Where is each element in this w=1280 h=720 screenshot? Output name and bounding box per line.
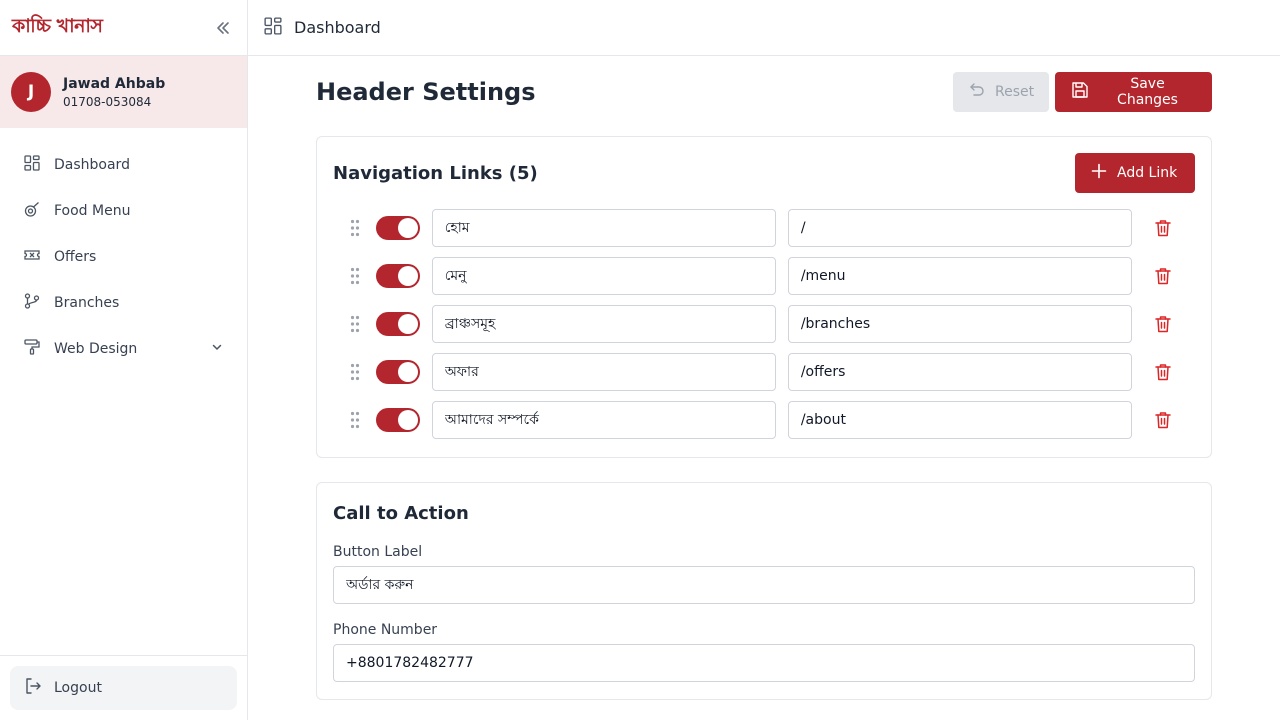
link-label-input[interactable] [431,401,776,439]
user-name: Jawad Ahbab [63,75,166,92]
nav-link-row [333,305,1195,343]
undo-icon [969,82,985,102]
link-label-input[interactable] [431,305,776,343]
trash-icon[interactable] [1132,219,1195,237]
sidebar-item-label: Offers [54,249,97,265]
brand-header: কাচ্চি খানাস [0,0,247,56]
trash-icon[interactable] [1132,267,1195,285]
drag-handle-icon[interactable] [333,315,376,333]
collapse-sidebar-icon[interactable] [211,16,235,40]
phone-number-caption: Phone Number [333,622,438,638]
page-title: Header Settings [316,78,536,106]
navigation-links-header: Navigation Links (5) Add Link [333,153,1195,193]
sidebar-item-label: Food Menu [54,203,131,219]
avatar: J [11,72,51,112]
save-changes-button[interactable]: Save Changes [1055,72,1212,112]
main-content: Header Settings Reset Save Changes Navig… [316,56,1212,700]
reset-button[interactable]: Reset [953,72,1049,112]
save-icon [1071,81,1089,103]
logout-label: Logout [54,680,102,696]
link-path-input[interactable] [787,305,1132,343]
link-enabled-toggle[interactable] [376,312,420,336]
chevron-down-icon [211,341,223,357]
dashboard-icon [24,155,40,175]
navigation-links-title: Navigation Links (5) [333,162,538,184]
sidebar-item-label: Web Design [54,341,138,357]
paint-roller-icon [24,339,40,359]
nav-link-row [333,353,1195,391]
sidebar-item-branches[interactable]: Branches [0,280,247,326]
add-link-label: Add Link [1117,165,1178,181]
link-enabled-toggle[interactable] [376,264,420,288]
logout-icon [24,677,42,699]
link-enabled-toggle[interactable] [376,216,420,240]
call-to-action-card: Call to Action Button Label Phone Number [316,482,1212,700]
page-actions: Reset Save Changes [953,72,1212,112]
plus-icon [1091,163,1107,183]
phone-number-input[interactable] [333,644,1195,682]
sidebar-item-offers[interactable]: Offers [0,234,247,280]
trash-icon[interactable] [1132,411,1195,429]
save-label: Save Changes [1117,76,1178,108]
trash-icon[interactable] [1132,363,1195,381]
sidebar-item-dashboard[interactable]: Dashboard [0,142,247,188]
nav-link-row [333,401,1195,439]
sidebar-item-food-menu[interactable]: Food Menu [0,188,247,234]
sidebar-item-label: Dashboard [54,157,130,173]
sidebar-footer-divider [0,655,247,656]
link-path-input[interactable] [787,353,1132,391]
link-enabled-toggle[interactable] [376,360,420,384]
nav-link-row [333,257,1195,295]
drag-handle-icon[interactable] [333,219,376,237]
trash-icon[interactable] [1132,315,1195,333]
page-header: Header Settings Reset Save Changes [316,56,1212,128]
topbar: Dashboard [248,0,1280,56]
ticket-icon [24,247,40,267]
link-path-input[interactable] [787,257,1132,295]
logout-button[interactable]: Logout [10,666,237,710]
link-path-input[interactable] [787,209,1132,247]
drag-handle-icon[interactable] [333,363,376,381]
drag-handle-icon[interactable] [333,411,376,429]
breadcrumb[interactable]: Dashboard [294,18,381,37]
link-label-input[interactable] [431,353,776,391]
dashboard-icon [264,16,282,39]
link-label-input[interactable] [431,257,776,295]
sidebar-item-label: Branches [54,295,120,311]
button-label-caption: Button Label [333,544,423,560]
food-menu-icon [24,201,40,221]
link-enabled-toggle[interactable] [376,408,420,432]
nav-link-row [333,209,1195,247]
sidebar-item-web-design[interactable]: Web Design [0,326,247,372]
sidebar: কাচ্চি খানাস J Jawad Ahbab 01708-053084 … [0,0,248,720]
add-link-button[interactable]: Add Link [1075,153,1195,193]
branches-icon [24,293,40,313]
link-path-input[interactable] [787,401,1132,439]
brand-logo: কাচ্চি খানাস [12,14,103,37]
navigation-links-card: Navigation Links (5) Add Link [316,136,1212,458]
call-to-action-title: Call to Action [333,503,469,524]
sidebar-nav: Dashboard Food Menu Offers Branches Web … [0,128,247,372]
button-label-input[interactable] [333,566,1195,604]
user-phone: 01708-053084 [63,94,152,109]
drag-handle-icon[interactable] [333,267,376,285]
link-label-input[interactable] [431,209,776,247]
reset-label: Reset [995,84,1035,100]
user-card[interactable]: J Jawad Ahbab 01708-053084 [0,56,247,128]
user-info: Jawad Ahbab 01708-053084 [63,76,165,109]
